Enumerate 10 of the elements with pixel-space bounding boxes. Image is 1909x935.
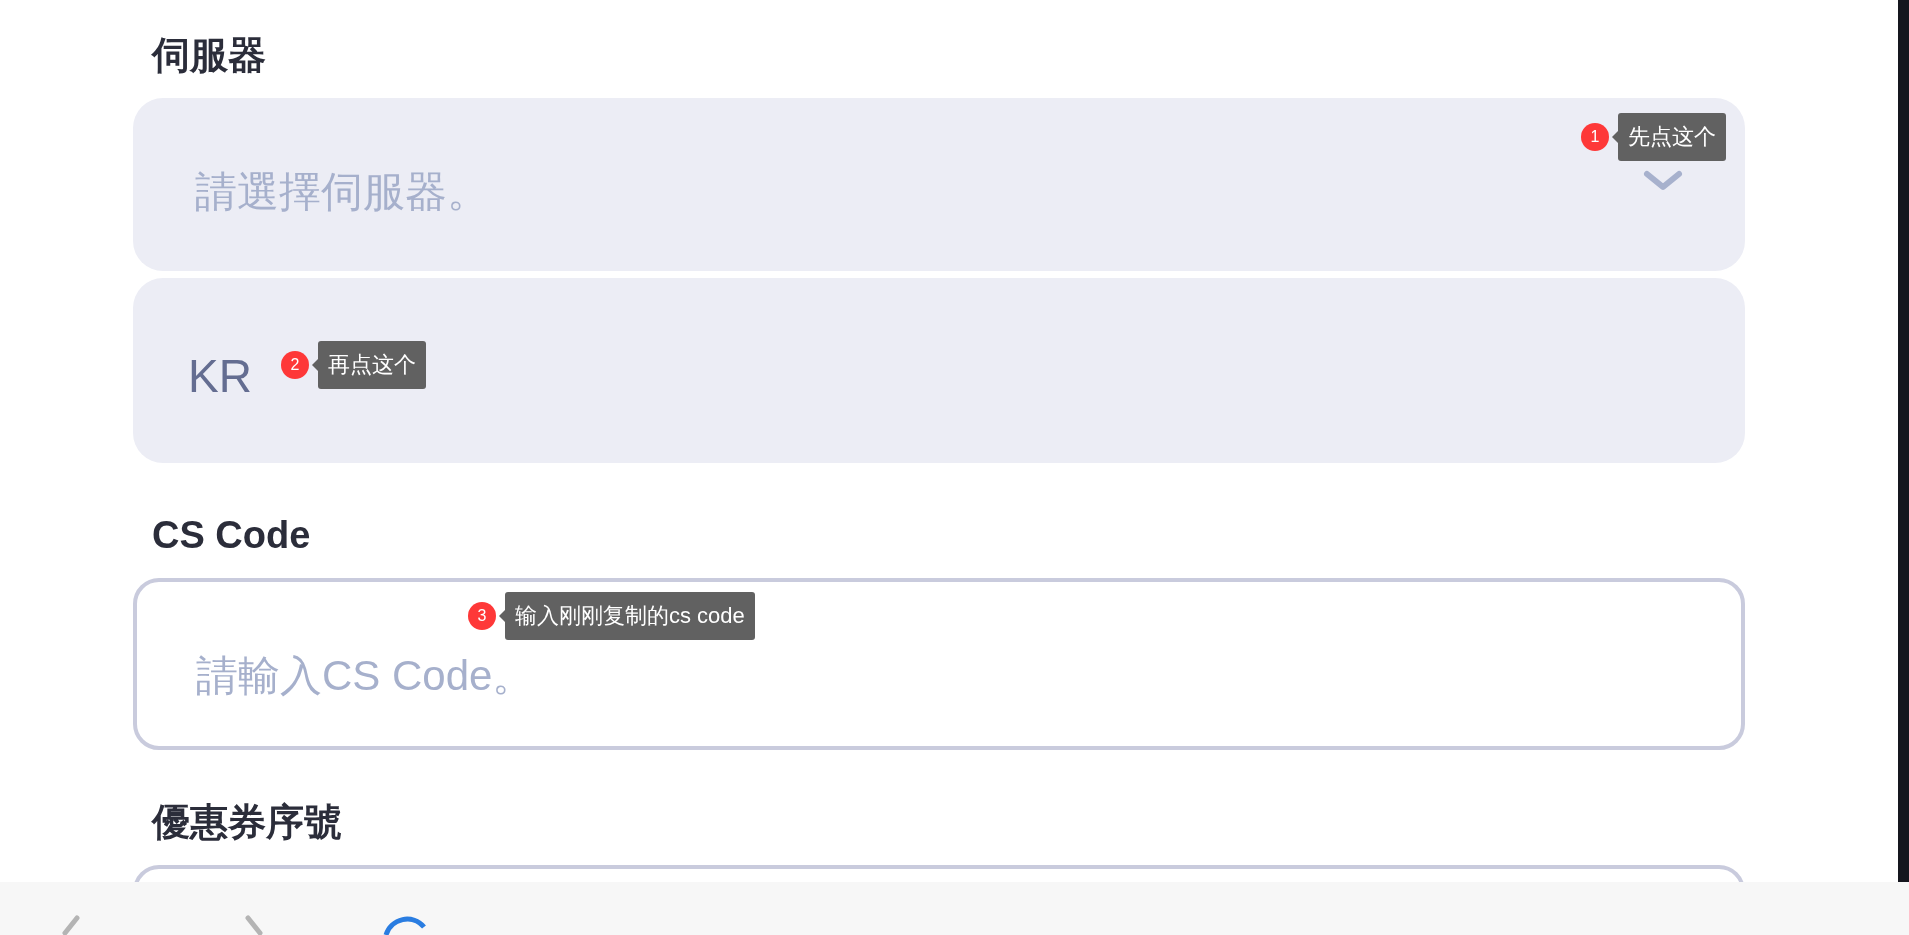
chevron-down-icon xyxy=(1643,170,1683,192)
hint-tooltip: 先点这个 xyxy=(1618,113,1726,161)
hint-tooltip: 输入刚刚复制的cs code xyxy=(505,592,755,640)
server-option[interactable]: KR 2 再点这个 xyxy=(133,278,1745,463)
option-label: KR xyxy=(188,348,252,403)
section-heading: 優惠券序號 xyxy=(150,800,343,844)
section-heading: CS Code xyxy=(151,513,312,557)
section-heading: 伺服器 xyxy=(150,33,267,77)
hint-tooltip: 再点这个 xyxy=(317,340,426,389)
step-badge: 2 xyxy=(280,350,309,379)
